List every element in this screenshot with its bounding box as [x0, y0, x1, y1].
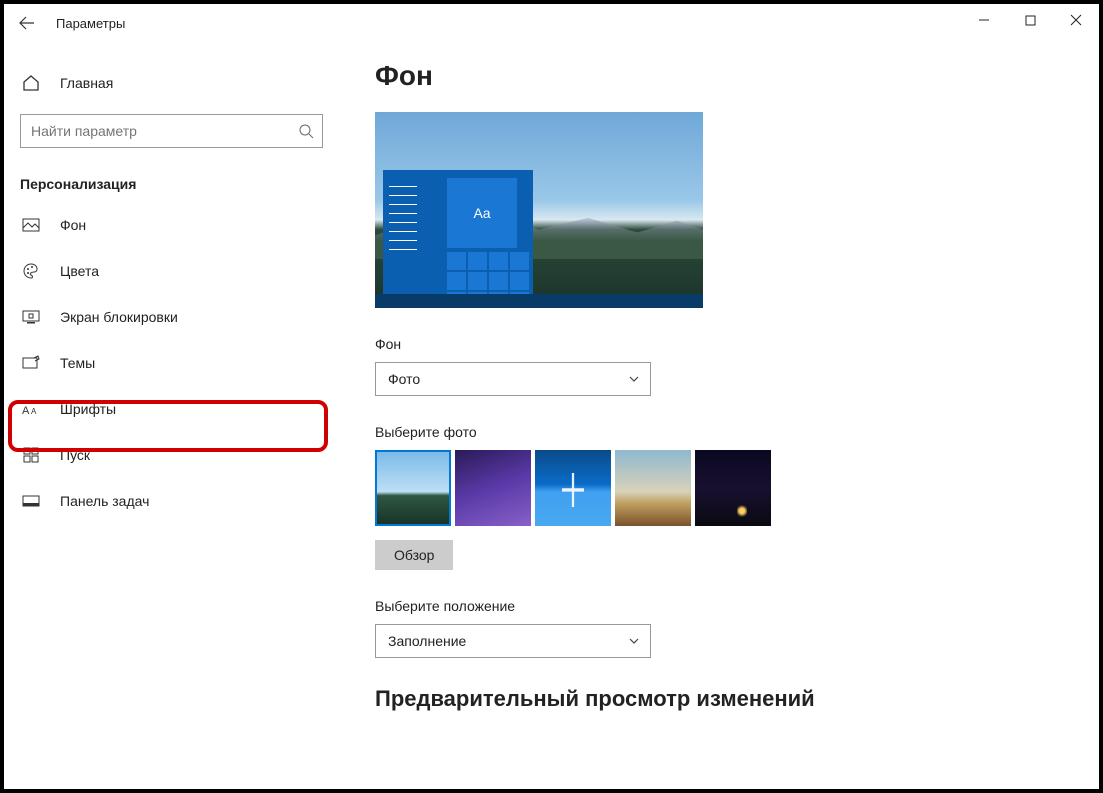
sidebar-item-label: Темы: [60, 355, 95, 371]
sidebar-item-label: Шрифты: [60, 401, 116, 417]
wallpaper-thumb-5[interactable]: [695, 450, 771, 526]
title-bar: Параметры: [4, 4, 1099, 42]
start-icon: [20, 447, 42, 463]
choose-photo-label: Выберите фото: [375, 424, 1079, 440]
content-area: Фон Aa Фон: [339, 42, 1099, 789]
fonts-icon: AA: [20, 402, 42, 416]
minimize-button[interactable]: [961, 4, 1007, 36]
wallpaper-thumb-4[interactable]: [615, 450, 691, 526]
close-button[interactable]: [1053, 4, 1099, 36]
sidebar-item-label: Цвета: [60, 263, 99, 279]
background-dropdown[interactable]: Фото: [375, 362, 651, 396]
preview-changes-heading: Предварительный просмотр изменений: [375, 686, 1079, 712]
desktop-preview: Aa: [375, 112, 703, 308]
home-link[interactable]: Главная: [4, 60, 339, 106]
close-icon: [1070, 14, 1082, 26]
minimize-icon: [978, 14, 990, 26]
wallpaper-thumbnails: [375, 450, 1079, 526]
chevron-down-icon: [628, 373, 640, 385]
fit-dropdown-value: Заполнение: [388, 633, 466, 649]
sidebar-item-themes[interactable]: Темы: [4, 340, 339, 386]
back-button[interactable]: [4, 4, 50, 42]
sidebar-item-label: Панель задач: [60, 493, 149, 509]
search-box[interactable]: [20, 114, 323, 148]
svg-text:A: A: [22, 405, 30, 416]
browse-button[interactable]: Обзор: [375, 540, 453, 570]
settings-window: Параметры Главная: [0, 0, 1103, 793]
search-icon: [298, 123, 314, 139]
preview-menu-lines: [389, 178, 417, 258]
sidebar-section-title: Персонализация: [4, 156, 339, 202]
taskbar-icon: [20, 495, 42, 507]
sidebar-item-colors[interactable]: Цвета: [4, 248, 339, 294]
background-dropdown-value: Фото: [388, 371, 420, 387]
sidebar-item-lockscreen[interactable]: Экран блокировки: [4, 294, 339, 340]
preview-start-overlay: Aa: [383, 170, 533, 300]
window-title: Параметры: [50, 16, 125, 31]
lockscreen-icon: [20, 310, 42, 324]
sidebar-item-fonts[interactable]: AA Шрифты: [4, 386, 339, 432]
sidebar-item-label: Пуск: [60, 447, 90, 463]
svg-text:A: A: [31, 407, 37, 416]
maximize-icon: [1025, 15, 1036, 26]
fit-dropdown[interactable]: Заполнение: [375, 624, 651, 658]
fit-label: Выберите положение: [375, 598, 1079, 614]
palette-icon: [20, 262, 42, 280]
maximize-button[interactable]: [1007, 4, 1053, 36]
page-title: Фон: [375, 60, 1079, 92]
home-label: Главная: [60, 75, 113, 91]
sidebar-item-background[interactable]: Фон: [4, 202, 339, 248]
preview-sample-tile: Aa: [447, 178, 517, 248]
picture-icon: [20, 218, 42, 232]
wallpaper-thumb-2[interactable]: [455, 450, 531, 526]
arrow-left-icon: [19, 15, 35, 31]
preview-tiles: Aa: [447, 178, 527, 294]
home-icon: [20, 74, 42, 92]
sidebar-item-label: Экран блокировки: [60, 309, 178, 325]
wallpaper-thumb-3[interactable]: [535, 450, 611, 526]
sidebar: Главная Персонализация Фон Цвета: [4, 42, 339, 789]
wallpaper-thumb-1[interactable]: [375, 450, 451, 526]
preview-taskbar: [375, 294, 703, 308]
background-label: Фон: [375, 336, 1079, 352]
sidebar-item-start[interactable]: Пуск: [4, 432, 339, 478]
search-container: [4, 106, 339, 156]
sidebar-item-taskbar[interactable]: Панель задач: [4, 478, 339, 524]
window-controls: [961, 4, 1099, 36]
search-input[interactable]: [31, 123, 298, 139]
themes-icon: [20, 355, 42, 371]
sidebar-item-label: Фон: [60, 217, 86, 233]
chevron-down-icon: [628, 635, 640, 647]
layout: Главная Персонализация Фон Цвета: [4, 42, 1099, 789]
